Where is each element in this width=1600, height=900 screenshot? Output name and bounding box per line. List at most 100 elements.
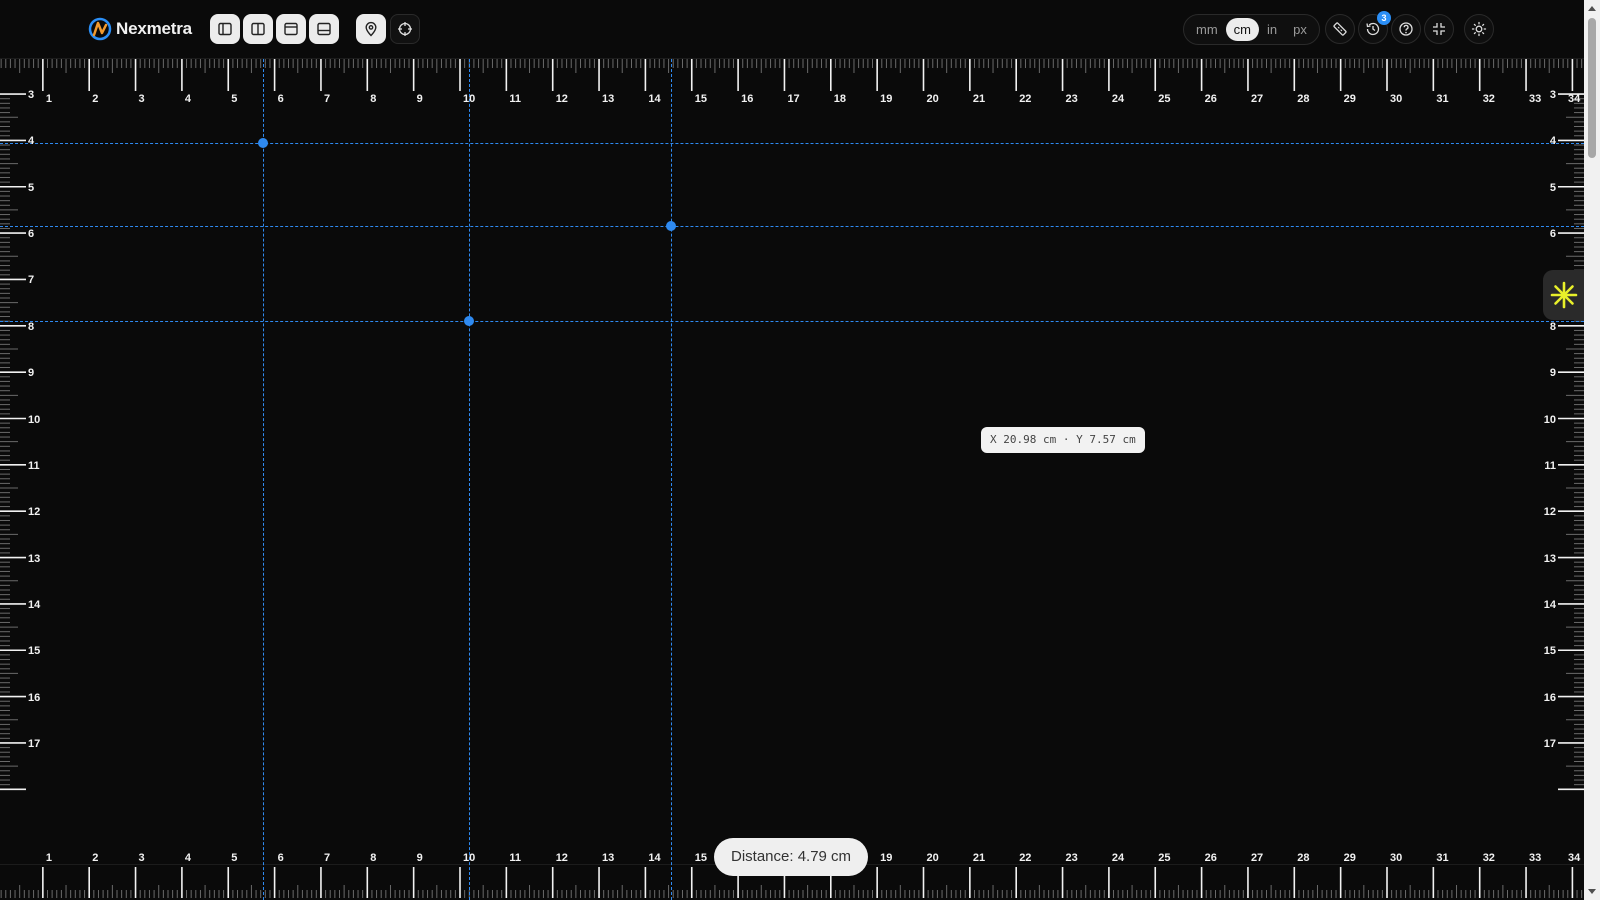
- ruler-label: 3: [138, 93, 145, 105]
- ruler-label: 9: [1549, 367, 1556, 380]
- ruler-label: 23: [1065, 852, 1078, 864]
- history-count-badge: 3: [1377, 11, 1391, 25]
- app-logo[interactable]: Nexmetra: [88, 16, 192, 42]
- unit-option-mm[interactable]: mm: [1188, 18, 1226, 41]
- ruler-label: 7: [323, 852, 331, 864]
- ruler-label: 2: [92, 852, 99, 864]
- ruler-label: 11: [509, 852, 521, 864]
- ruler-label: 15: [28, 645, 41, 658]
- help-button[interactable]: [1391, 14, 1421, 44]
- guide-handle[interactable]: [665, 221, 676, 232]
- top-ruler[interactable]: [0, 58, 1584, 92]
- ruler-label: 33: [1529, 852, 1542, 864]
- ruler-label: 8: [370, 93, 377, 105]
- ruler-label: 12: [28, 506, 41, 519]
- ruler-label: 26: [1204, 852, 1217, 864]
- ruler-label: 15: [694, 93, 707, 105]
- ruler-label: 29: [1343, 93, 1356, 105]
- ruler-label: 30: [1390, 852, 1403, 864]
- nexmetra-logo-icon: [88, 17, 112, 41]
- theme-toggle-button[interactable]: [1464, 14, 1494, 44]
- vertical-guide-line[interactable]: [670, 59, 672, 900]
- ruler-label: 13: [602, 93, 615, 105]
- ruler-label: 24: [1111, 852, 1125, 864]
- ruler-label: 24: [1111, 93, 1125, 105]
- ruler-label: 9: [28, 367, 35, 380]
- guide-handle[interactable]: [258, 137, 268, 148]
- vertical-guide-line[interactable]: [263, 59, 264, 900]
- app-name: Nexmetra: [116, 19, 192, 38]
- collapse-icon: [1433, 23, 1445, 35]
- ruler-label: 8: [370, 852, 377, 864]
- ruler-label: 34: [1568, 93, 1581, 105]
- ruler-label: 17: [1543, 737, 1556, 750]
- horizontal-guide-line[interactable]: [0, 226, 1584, 228]
- ruler-label: 3: [28, 89, 35, 102]
- ruler-label: 1: [45, 852, 52, 864]
- layout-sidebar-left-button[interactable]: [210, 14, 240, 44]
- ruler-label: 2: [92, 93, 99, 105]
- ruler-label: 7: [28, 274, 35, 287]
- ruler-label: 14: [648, 93, 661, 105]
- ruler-label: 5: [231, 93, 238, 105]
- ruler-label: 9: [416, 93, 423, 105]
- scroll-down-arrow[interactable]: [1588, 889, 1596, 894]
- vertical-scrollbar[interactable]: [1584, 0, 1600, 900]
- ruler-label: 13: [1543, 552, 1556, 565]
- ruler-label: 7: [323, 93, 331, 105]
- ruler-label: 11: [28, 459, 40, 472]
- ruler-label: 14: [28, 598, 41, 611]
- layout-panel-top-button[interactable]: [276, 14, 306, 44]
- ruler-label: 22: [1019, 93, 1032, 105]
- unit-option-in[interactable]: in: [1259, 18, 1285, 41]
- ruler-label: 6: [1549, 228, 1556, 241]
- ruler-label: 6: [277, 93, 284, 105]
- ruler-label: 4: [28, 135, 35, 148]
- side-tool-button[interactable]: [1543, 270, 1584, 320]
- ruler-label: 23: [1065, 93, 1078, 105]
- ruler-label: 4: [184, 852, 192, 864]
- ruler-label: 10: [28, 413, 41, 426]
- scroll-thumb[interactable]: [1588, 18, 1596, 158]
- crosshair-tool-button[interactable]: [390, 14, 420, 44]
- ruler-label: 31: [1436, 93, 1449, 105]
- ruler-label: 28: [1297, 93, 1310, 105]
- unit-option-cm[interactable]: cm: [1225, 18, 1260, 41]
- scroll-up-arrow[interactable]: [1588, 6, 1596, 11]
- ruler-label: 15: [1543, 645, 1556, 658]
- ruler-label: 14: [1543, 598, 1556, 611]
- ruler-label: 8: [28, 320, 35, 333]
- ruler-label: 32: [1482, 852, 1495, 864]
- measurement-canvas[interactable]: [0, 92, 1584, 864]
- ruler-label: 10: [1543, 413, 1556, 426]
- ruler-label: 27: [1250, 93, 1264, 105]
- history-button[interactable]: 3: [1358, 11, 1391, 44]
- ruler-label: 3: [1549, 89, 1556, 102]
- ruler-label: 33: [1529, 93, 1542, 105]
- ruler-label: 25: [1158, 93, 1171, 105]
- ruler-tool-button[interactable]: [1325, 14, 1355, 44]
- unit-option-px[interactable]: px: [1285, 18, 1315, 41]
- layout-split-horizontal-button[interactable]: [309, 14, 339, 44]
- crosshair-icon: [398, 22, 412, 36]
- distance-readout: Distance: 4.79 cm: [714, 838, 869, 876]
- ruler-label: 1: [45, 93, 52, 105]
- horizontal-guide-line[interactable]: [0, 142, 1584, 144]
- pin-tool-button[interactable]: [356, 14, 386, 44]
- cursor-coordinate-readout: X 20.98 cm · Y 7.57 cm: [981, 427, 1145, 453]
- collapse-button[interactable]: [1424, 14, 1454, 44]
- sun-icon: [1471, 21, 1487, 37]
- ruler-label: 12: [555, 93, 568, 105]
- ruler-label: 5: [1549, 181, 1556, 194]
- ruler-label: 22: [1019, 852, 1032, 864]
- layout-split-vertical-button[interactable]: [243, 14, 273, 44]
- ruler-label: 32: [1482, 93, 1495, 105]
- vertical-guide-line[interactable]: [469, 59, 471, 900]
- ruler-label: 13: [602, 852, 615, 864]
- split-horizontal-icon: [317, 22, 331, 36]
- ruler-icon: [1333, 22, 1347, 36]
- horizontal-guide-line[interactable]: [0, 321, 1584, 323]
- ruler-label: 5: [28, 181, 35, 194]
- ruler-label: 6: [277, 852, 284, 864]
- top-toolbar: Nexmetra mm cm in px 3: [0, 0, 1584, 58]
